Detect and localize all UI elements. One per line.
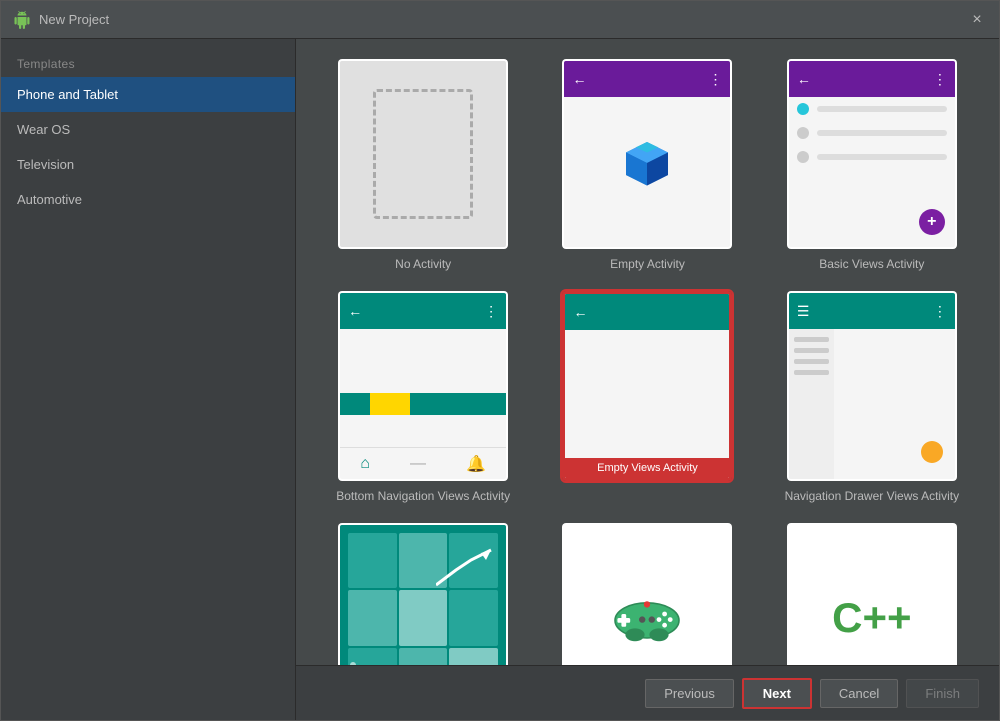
back-arrow-icon2: ←	[797, 71, 811, 87]
template-label-no-activity: No Activity	[395, 257, 451, 271]
content-area: Templates Phone and Tablet Wear OS Telev…	[1, 39, 999, 720]
template-nav-drawer[interactable]: ☰ ⋮	[775, 291, 969, 503]
empty-views-body	[565, 330, 729, 478]
template-no-activity[interactable]: No Activity	[326, 59, 520, 271]
list-item-1	[789, 97, 955, 121]
template-label-basic-views: Basic Views Activity	[819, 257, 924, 271]
template-bottom-nav[interactable]: ← ⋮ ⌂ — 🔔	[326, 291, 520, 503]
back-arrow-icon: ←	[572, 71, 586, 87]
overflow-icon5: ⋮	[933, 303, 947, 320]
template-thumb-empty-views: ← Empty Views Activity	[562, 291, 732, 481]
selected-label-bar: Empty Views Activity	[565, 458, 729, 478]
template-charts[interactable]: Google Maps Views Activity	[326, 523, 520, 665]
cpp-thumb-body: C++	[789, 525, 955, 665]
template-native-cpp[interactable]: C++ Native C++	[775, 523, 969, 665]
template-label-nav-drawer: Navigation Drawer Views Activity	[785, 489, 960, 503]
close-button[interactable]: ×	[967, 10, 987, 30]
nav-drawer-appbar: ☰ ⋮	[789, 293, 955, 329]
template-thumb-native-cpp: C++	[787, 523, 957, 665]
empty-activity-body	[564, 97, 730, 247]
nav-notify-icon: 🔔	[466, 454, 486, 474]
title-bar: New Project ×	[1, 1, 999, 39]
yellow-block	[370, 393, 410, 415]
cancel-button[interactable]: Cancel	[820, 679, 898, 708]
back-arrow-icon4: ←	[573, 304, 587, 320]
basic-views-appbar: ← ⋮	[789, 61, 955, 97]
template-thumb-no-activity	[338, 59, 508, 249]
bottom-bar: Previous Next Cancel Finish	[296, 665, 999, 720]
sidebar: Templates Phone and Tablet Wear OS Telev…	[1, 39, 296, 720]
back-arrow-icon5: ☰	[797, 303, 810, 320]
drawer-sidebar	[789, 329, 834, 479]
gamepad-icon	[607, 588, 687, 648]
template-thumb-charts	[338, 523, 508, 665]
template-basic-views[interactable]: ← ⋮	[775, 59, 969, 271]
template-thumb-nav-drawer: ☰ ⋮	[787, 291, 957, 481]
sidebar-item-automotive[interactable]: Automotive	[1, 182, 295, 217]
template-thumb-basic-views: ← ⋮	[787, 59, 957, 249]
list-item-3	[789, 145, 955, 169]
overflow-icon: ⋮	[708, 71, 722, 88]
overflow-icon2: ⋮	[933, 71, 947, 88]
sidebar-item-wear-os[interactable]: Wear OS	[1, 112, 295, 147]
new-project-window: New Project × Templates Phone and Tablet…	[0, 0, 1000, 721]
android-logo-icon	[13, 11, 31, 29]
back-arrow-icon3: ←	[348, 303, 362, 319]
teal-block	[340, 393, 506, 415]
template-label-bottom-nav: Bottom Navigation Views Activity	[336, 489, 510, 503]
template-label-empty-activity: Empty Activity	[610, 257, 685, 271]
no-activity-dashed-rect	[373, 89, 473, 219]
overflow-icon3: ⋮	[484, 303, 498, 320]
nav-home-icon: ⌂	[360, 455, 370, 473]
sidebar-item-phone-tablet[interactable]: Phone and Tablet	[1, 77, 295, 112]
drawer-fab	[921, 441, 943, 463]
cube-icon	[617, 136, 677, 196]
basic-views-body: +	[789, 97, 955, 247]
game-thumb-body	[564, 525, 730, 665]
template-empty-views[interactable]: ← Empty Views Activity	[550, 291, 744, 503]
fab-icon: +	[919, 209, 945, 235]
previous-button[interactable]: Previous	[645, 679, 734, 708]
sidebar-item-television[interactable]: Television	[1, 147, 295, 182]
template-thumb-bottom-nav: ← ⋮ ⌂ — 🔔	[338, 291, 508, 481]
bottom-nav-appbar: ← ⋮	[340, 293, 506, 329]
template-thumb-empty-activity: ← ⋮	[562, 59, 732, 249]
templates-grid: No Activity ← ⋮	[296, 39, 999, 665]
cpp-logo: C++	[832, 594, 911, 642]
nav-dash-icon: —	[410, 455, 426, 473]
list-item-2	[789, 121, 955, 145]
empty-activity-appbar: ← ⋮	[564, 61, 730, 97]
chart-dots	[350, 662, 356, 665]
sidebar-category: Templates	[1, 49, 295, 77]
template-game[interactable]: Game Activity	[550, 523, 744, 665]
bottom-nav-bar: ⌂ — 🔔	[340, 447, 506, 479]
template-thumb-game	[562, 523, 732, 665]
nav-drawer-body	[789, 329, 955, 479]
empty-views-appbar: ←	[565, 294, 729, 330]
window-title: New Project	[39, 12, 967, 27]
chart-trend-icon	[436, 545, 496, 595]
bottom-nav-body	[340, 329, 506, 447]
main-area: No Activity ← ⋮	[296, 39, 999, 720]
finish-button[interactable]: Finish	[906, 679, 979, 708]
template-empty-activity[interactable]: ← ⋮	[550, 59, 744, 271]
next-button[interactable]: Next	[742, 678, 812, 709]
